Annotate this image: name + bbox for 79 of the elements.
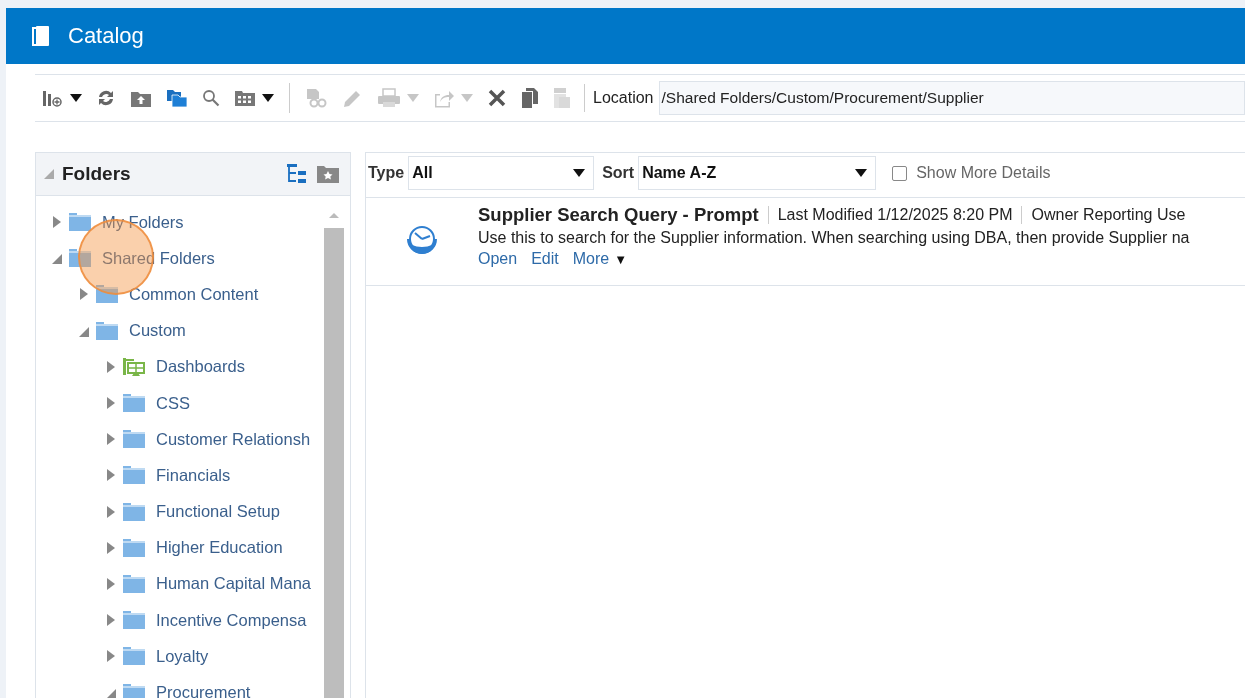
- folder-icon: [122, 647, 146, 666]
- grid-view-icon: [234, 90, 256, 106]
- pencil-icon: [341, 88, 363, 108]
- tree-view-icon[interactable]: [286, 164, 308, 184]
- tree-item[interactable]: Customer Relationsh: [156, 429, 311, 449]
- checkbox[interactable]: [892, 165, 908, 181]
- sort-label: Sort: [602, 164, 635, 182]
- caret-icon: [70, 94, 82, 102]
- tree-item[interactable]: Human Capital Mana: [156, 574, 311, 594]
- folder-icon: [122, 611, 146, 630]
- expand-arrow-icon[interactable]: [106, 541, 116, 554]
- caret-icon: [855, 169, 868, 177]
- item-description: Use this to search for the Supplier information. When searching using DBA, then provide Supplier na: [478, 229, 1190, 247]
- printer-icon: [377, 88, 401, 108]
- share-icon: [433, 88, 455, 108]
- collapse-triangle-icon[interactable]: [44, 169, 54, 179]
- tree-item[interactable]: Procurement: [156, 683, 251, 698]
- properties-icon: [305, 88, 327, 108]
- folder-icon: [122, 466, 146, 485]
- tree-item[interactable]: CSS: [156, 393, 190, 413]
- tree-item[interactable]: Financials: [156, 465, 231, 485]
- folder-icon: [68, 213, 92, 232]
- expand-arrow-icon[interactable]: [106, 469, 116, 482]
- expand-arrow-icon[interactable]: [106, 505, 116, 518]
- location-label: Location: [593, 89, 654, 107]
- refresh-icon: [96, 89, 116, 107]
- book-icon: [32, 25, 50, 47]
- tree-item[interactable]: Shared Folders: [102, 248, 215, 268]
- expand-arrow-icon[interactable]: [106, 433, 116, 446]
- tree-item[interactable]: Functional Setup: [156, 502, 280, 522]
- expand-arrow-icon[interactable]: [106, 614, 116, 627]
- search-icon: [202, 89, 220, 107]
- more-menu-link[interactable]: More ▼: [572, 250, 628, 268]
- tree-item[interactable]: My Folders: [102, 212, 184, 232]
- tree-item[interactable]: Higher Education: [156, 538, 283, 558]
- caret-icon: [407, 94, 419, 102]
- folder-star-icon[interactable]: [316, 164, 340, 184]
- item-title[interactable]: Supplier Search Query - Prompt: [478, 204, 759, 226]
- owner: Owner Reporting Use: [1021, 206, 1186, 224]
- new-chart-icon: [42, 89, 64, 107]
- window-title: Catalog: [68, 23, 144, 49]
- folder-icon: [122, 574, 146, 593]
- expand-arrow-icon[interactable]: [106, 577, 116, 590]
- type-dropdown[interactable]: All: [408, 156, 595, 190]
- folder-icon: [95, 285, 119, 304]
- sort-dropdown[interactable]: Name A-Z: [638, 156, 877, 190]
- expand-arrow-icon[interactable]: [106, 650, 116, 663]
- folder-icon: [122, 394, 146, 413]
- type-label: Type: [368, 164, 405, 182]
- folder-icon: [122, 502, 146, 521]
- last-modified: Last Modified 1/12/2025 8:20 PM: [767, 206, 1013, 224]
- caret-icon: [573, 169, 586, 177]
- action-link[interactable]: Edit: [531, 250, 559, 268]
- expand-arrow-icon[interactable]: [52, 216, 62, 229]
- copy-icon: [521, 87, 539, 109]
- expand-arrow-icon[interactable]: [79, 288, 89, 301]
- dashboard-icon: [122, 357, 146, 376]
- paste-icon: [553, 87, 571, 109]
- folder-icon: [122, 538, 146, 557]
- expand-arrow-icon[interactable]: [106, 397, 116, 410]
- folder-icon: [68, 249, 92, 268]
- folder-upload-icon: [130, 89, 152, 107]
- location-field[interactable]: /Shared Folders/Custom/Procurement/Supplier: [658, 81, 1245, 115]
- tree-item[interactable]: Dashboards: [156, 357, 245, 377]
- expand-arrow-icon[interactable]: [106, 360, 116, 373]
- expanded-triangle-icon[interactable]: [52, 252, 62, 265]
- caret-icon: [461, 94, 473, 102]
- action-link[interactable]: Open: [478, 250, 518, 268]
- tree-item[interactable]: Loyalty: [156, 646, 209, 666]
- close-icon: [487, 88, 507, 108]
- tree-item[interactable]: Common Content: [129, 284, 259, 304]
- tree-item[interactable]: Incentive Compensa: [156, 610, 307, 630]
- panel-title: Folders: [62, 163, 132, 185]
- checkbox-label: Show More Details: [916, 164, 1051, 182]
- caret-icon: [262, 94, 274, 102]
- tree-item[interactable]: Custom: [129, 321, 186, 341]
- folders-icon: [166, 88, 188, 108]
- folder-icon: [122, 430, 146, 449]
- folder-icon: [95, 321, 119, 340]
